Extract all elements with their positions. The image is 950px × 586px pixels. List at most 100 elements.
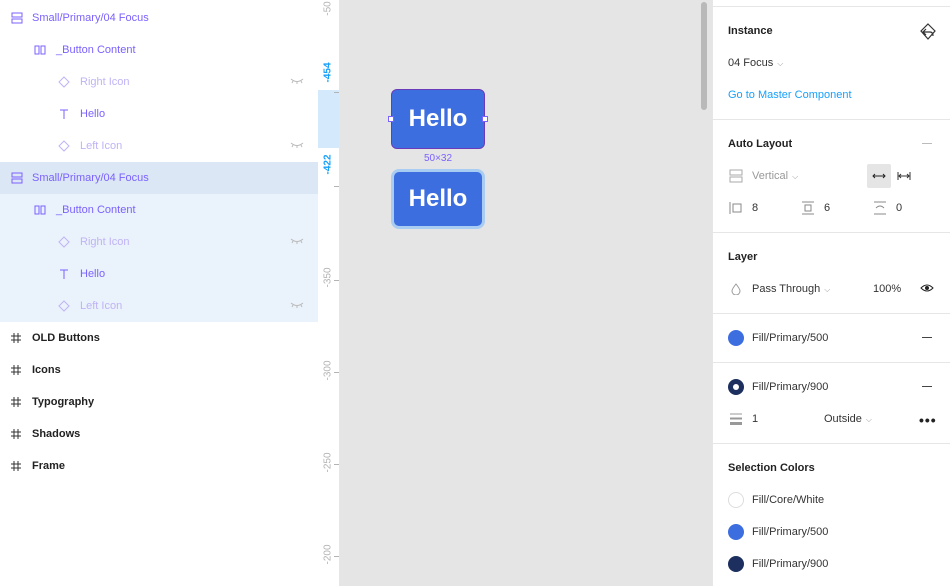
text-icon (57, 107, 71, 121)
component-vertical-icon (10, 171, 24, 185)
hello-button-selected[interactable]: Hello (391, 89, 485, 149)
go-to-master-link[interactable]: Go to Master Component (728, 89, 852, 101)
remove-stroke-icon[interactable] (922, 386, 932, 387)
layer-row-instance[interactable]: Left Icon (0, 290, 318, 322)
vertical-padding-icon (801, 201, 815, 218)
reset-instance-icon[interactable] (918, 22, 938, 45)
blend-mode-dropdown[interactable]: Pass Through ⌵ (752, 283, 830, 295)
frame-hash-icon (9, 331, 23, 345)
button-text: Hello (408, 185, 468, 212)
frame-hash-icon (9, 459, 23, 473)
fixed-width-icon[interactable] (897, 171, 911, 184)
more-options-icon[interactable]: ••• (919, 412, 937, 428)
eye-closed-icon[interactable] (290, 300, 304, 313)
layer-row-text[interactable]: Hello (0, 258, 318, 290)
ruler-label: -300 (322, 359, 334, 381)
remove-auto-layout-icon[interactable] (922, 143, 932, 144)
horizontal-padding-icon (873, 201, 887, 218)
vertical-direction-icon (729, 169, 743, 186)
canvas-scrollbar[interactable] (701, 2, 707, 110)
variant-dropdown[interactable]: 04 Focus ⌵ (728, 57, 783, 69)
ruler-label: -350 (322, 266, 334, 288)
instance-section-title: Instance (728, 25, 773, 37)
horizontal-padding-value[interactable]: 0 (896, 202, 902, 214)
layer-row-instance[interactable]: Right Icon (0, 66, 318, 98)
ruler-selection-highlight (318, 90, 339, 148)
stroke-color-swatch[interactable] (728, 379, 744, 395)
stroke-weight-value[interactable]: 1 (752, 413, 758, 425)
layer-label: Small/Primary/04 Focus (32, 12, 149, 24)
layer-row-frame[interactable]: Icons (0, 354, 318, 386)
chevron-down-icon: ⌵ (824, 285, 831, 294)
layer-label: Frame (32, 460, 66, 472)
layer-row-frame[interactable]: OLD Buttons (0, 322, 318, 354)
fill-color-swatch[interactable] (728, 330, 744, 346)
fill-style-name[interactable]: Fill/Primary/500 (752, 332, 828, 344)
text-icon (57, 267, 71, 281)
selection-color-swatch-white[interactable] (728, 492, 744, 508)
eye-closed-icon[interactable] (290, 236, 304, 249)
ruler-tick (334, 186, 339, 187)
remove-fill-icon[interactable] (922, 337, 932, 338)
chevron-down-icon: ⌵ (865, 415, 872, 424)
eye-closed-icon[interactable] (290, 140, 304, 153)
button-text: Hello (408, 105, 468, 132)
direction-dropdown[interactable]: Vertical ⌵ (752, 170, 798, 182)
properties-panel (712, 0, 950, 586)
layers-panel: Small/Primary/04 Focus _Button Content R… (0, 0, 319, 586)
layer-label: Icons (32, 364, 61, 376)
layer-label: Right Icon (80, 76, 130, 88)
layer-row-frame[interactable]: Shadows (0, 418, 318, 450)
layer-row-text[interactable]: Hello (0, 98, 318, 130)
resize-handle-right[interactable] (482, 116, 488, 122)
layer-row-component[interactable]: Small/Primary/04 Focus (0, 2, 318, 34)
arrows-horizontal-icon (872, 173, 886, 179)
instance-diamond-icon (57, 299, 71, 313)
spacing-value[interactable]: 8 (752, 202, 758, 214)
hello-button-focus[interactable]: Hello (391, 169, 485, 229)
layer-section-title: Layer (728, 251, 758, 263)
layer-row-component-selected[interactable]: Small/Primary/04 Focus (0, 162, 318, 194)
design-canvas[interactable] (340, 0, 712, 586)
layer-row-frame[interactable]: Typography (0, 386, 318, 418)
layer-row-frame[interactable]: _Button Content (0, 34, 318, 66)
layer-label: _Button Content (56, 204, 136, 216)
frame-hash-icon (9, 427, 23, 441)
selection-color-name[interactable]: Fill/Core/White (752, 494, 824, 506)
layer-label: Shadows (32, 428, 81, 440)
layer-label: Left Icon (80, 140, 123, 152)
eye-icon[interactable] (920, 283, 934, 296)
ruler-tick (334, 92, 339, 93)
instance-diamond-icon (57, 139, 71, 153)
horizontal-layout-icon (33, 203, 47, 217)
opacity-value[interactable]: 100% (873, 283, 901, 295)
selection-color-name[interactable]: Fill/Primary/900 (752, 558, 828, 570)
layer-row-frame[interactable]: _Button Content (0, 194, 318, 226)
blend-mode-drop-icon (731, 283, 741, 298)
divider (712, 362, 950, 363)
chevron-down-icon: ⌵ (777, 59, 784, 68)
divider (712, 443, 950, 444)
hug-contents-toggle[interactable] (867, 164, 891, 188)
eye-closed-icon[interactable] (290, 76, 304, 89)
divider (712, 232, 950, 233)
layer-label: Small/Primary/04 Focus (32, 172, 149, 184)
component-vertical-icon (10, 11, 24, 25)
vertical-padding-value[interactable]: 6 (824, 202, 830, 214)
selection-color-swatch-primary-500[interactable] (728, 524, 744, 540)
layer-label: Hello (80, 268, 106, 280)
layer-row-instance[interactable]: Right Icon (0, 226, 318, 258)
resize-handle-left[interactable] (388, 116, 394, 122)
stroke-style-name[interactable]: Fill/Primary/900 (752, 381, 828, 393)
horizontal-layout-icon (33, 43, 47, 57)
selection-color-name[interactable]: Fill/Primary/500 (752, 526, 828, 538)
layer-row-frame[interactable]: Frame (0, 450, 318, 482)
ruler-label: -200 (322, 543, 334, 565)
ruler-tick (334, 280, 339, 281)
layer-label: Hello (80, 108, 106, 120)
stroke-position-dropdown[interactable]: Outside ⌵ (824, 413, 872, 425)
selection-color-swatch-primary-900[interactable] (728, 556, 744, 572)
layer-row-instance[interactable]: Left Icon (0, 130, 318, 162)
layer-label: Left Icon (80, 300, 123, 312)
stroke-weight-icon (729, 412, 743, 429)
